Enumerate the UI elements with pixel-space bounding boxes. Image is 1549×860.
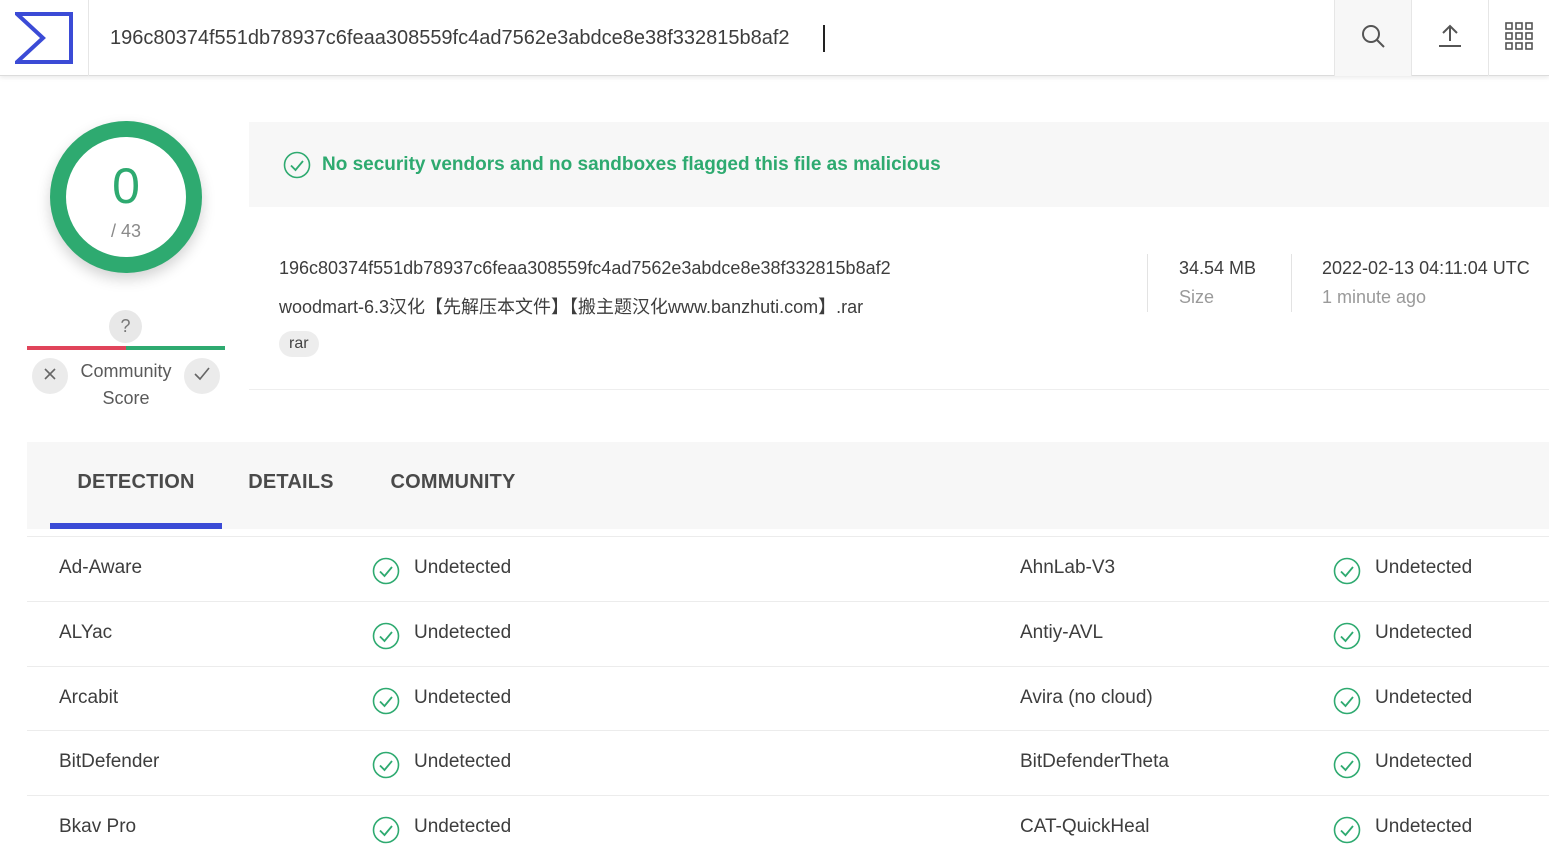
vendor-result: Undetected xyxy=(1375,622,1473,643)
upload-icon xyxy=(1437,23,1463,54)
vendor-result: Undetected xyxy=(414,557,512,578)
check-circle-icon xyxy=(1333,557,1361,585)
table-row: ALYac Undetected Antiy-AVL Undetected xyxy=(27,601,1549,666)
checkmark-icon xyxy=(193,366,211,387)
vendor-name: Ad-Aware xyxy=(59,557,143,578)
table-row: BitDefender Undetected BitDefenderTheta … xyxy=(27,730,1549,795)
vendor-result: Undetected xyxy=(1375,557,1473,578)
check-circle-icon xyxy=(1333,816,1361,844)
vendor-name: Avira (no cloud) xyxy=(1020,687,1153,708)
table-row: Ad-Aware Undetected AhnLab-V3 Undetected xyxy=(27,536,1549,601)
divider xyxy=(1291,254,1292,312)
vote-malicious-button[interactable] xyxy=(32,358,68,394)
tab-community[interactable]: COMMUNITY xyxy=(387,442,519,529)
active-tab-indicator xyxy=(50,523,222,529)
table-row: Arcabit Undetected Avira (no cloud) Unde… xyxy=(27,666,1549,731)
search-button[interactable] xyxy=(1334,0,1411,76)
check-circle-icon xyxy=(1333,751,1361,779)
vendor-result: Undetected xyxy=(414,687,512,708)
vendor-name: Arcabit xyxy=(59,687,119,708)
analysis-date-relative: 1 minute ago xyxy=(1322,287,1427,307)
community-label-line1: Community xyxy=(80,361,172,381)
text-cursor xyxy=(823,25,825,52)
table-row: Bkav Pro Undetected CAT-QuickHeal Undete… xyxy=(27,795,1549,860)
community-score-unknown-badge: ? xyxy=(109,310,142,343)
vendor-name: BitDefender xyxy=(59,751,160,772)
upload-button[interactable] xyxy=(1411,0,1488,76)
check-circle-icon xyxy=(372,687,400,715)
file-name: woodmart-6.3汉化【先解压本文件】【搬主题汉化www.banzhuti… xyxy=(279,297,864,317)
community-label-line2: Score xyxy=(102,388,150,408)
tab-detection[interactable]: DETECTION xyxy=(50,442,222,529)
check-circle-icon xyxy=(372,751,400,779)
engine-total: / 43 xyxy=(110,221,142,241)
community-score-bar-malicious xyxy=(27,346,126,350)
vendor-name: Antiy-AVL xyxy=(1020,622,1104,643)
search-input[interactable] xyxy=(110,22,870,54)
vendor-result: Undetected xyxy=(414,751,512,772)
vendor-name: BitDefenderTheta xyxy=(1020,751,1169,772)
divider xyxy=(1147,254,1148,312)
check-circle-icon xyxy=(1333,622,1361,650)
virustotal-logo-icon[interactable] xyxy=(0,0,89,76)
file-type-tag[interactable]: rar xyxy=(279,331,319,357)
score-center: 0 / 43 xyxy=(66,137,186,257)
vendor-name: Bkav Pro xyxy=(59,816,137,837)
apps-grid-icon xyxy=(1505,21,1533,55)
detections-table: Ad-Aware Undetected AhnLab-V3 Undetected… xyxy=(27,536,1549,856)
file-size-label: Size xyxy=(1179,287,1215,307)
vendor-result: Undetected xyxy=(414,622,512,643)
check-circle-icon xyxy=(372,622,400,650)
vendor-result: Undetected xyxy=(414,816,512,837)
community-score-label: Community Score xyxy=(70,358,182,412)
report-tabs: DETECTION DETAILS COMMUNITY xyxy=(27,442,1549,529)
status-message: No security vendors and no sandboxes fla… xyxy=(322,153,941,175)
vendor-name: AhnLab-V3 xyxy=(1020,557,1116,578)
detection-score-gauge: 0 / 43 xyxy=(50,121,202,273)
vendor-result: Undetected xyxy=(1375,751,1473,772)
community-score-bar-harmless xyxy=(126,346,225,350)
analysis-date-value: 2022-02-13 04:11:04 UTC xyxy=(1322,258,1530,278)
check-circle-icon xyxy=(1333,687,1361,715)
vendor-name: ALYac xyxy=(59,622,113,643)
tab-details[interactable]: DETAILS xyxy=(247,442,335,529)
vendor-result: Undetected xyxy=(1375,687,1473,708)
vendor-name: CAT-QuickHeal xyxy=(1020,816,1150,837)
top-bar xyxy=(0,0,1549,76)
file-info-panel: 196c80374f551db78937c6feaa308559fc4ad756… xyxy=(249,207,1549,390)
check-circle-icon xyxy=(372,816,400,844)
file-hash: 196c80374f551db78937c6feaa308559fc4ad756… xyxy=(279,258,891,278)
close-icon xyxy=(43,367,57,386)
check-circle-icon xyxy=(372,557,400,585)
file-size-value: 34.54 MB xyxy=(1179,258,1257,278)
vendor-result: Undetected xyxy=(1375,816,1473,837)
apps-menu-button[interactable] xyxy=(1488,0,1549,76)
search-icon xyxy=(1360,23,1386,54)
status-banner: No security vendors and no sandboxes fla… xyxy=(249,122,1549,207)
detected-count: 0 xyxy=(112,158,140,214)
vote-harmless-button[interactable] xyxy=(184,358,220,394)
check-circle-icon xyxy=(283,151,311,179)
